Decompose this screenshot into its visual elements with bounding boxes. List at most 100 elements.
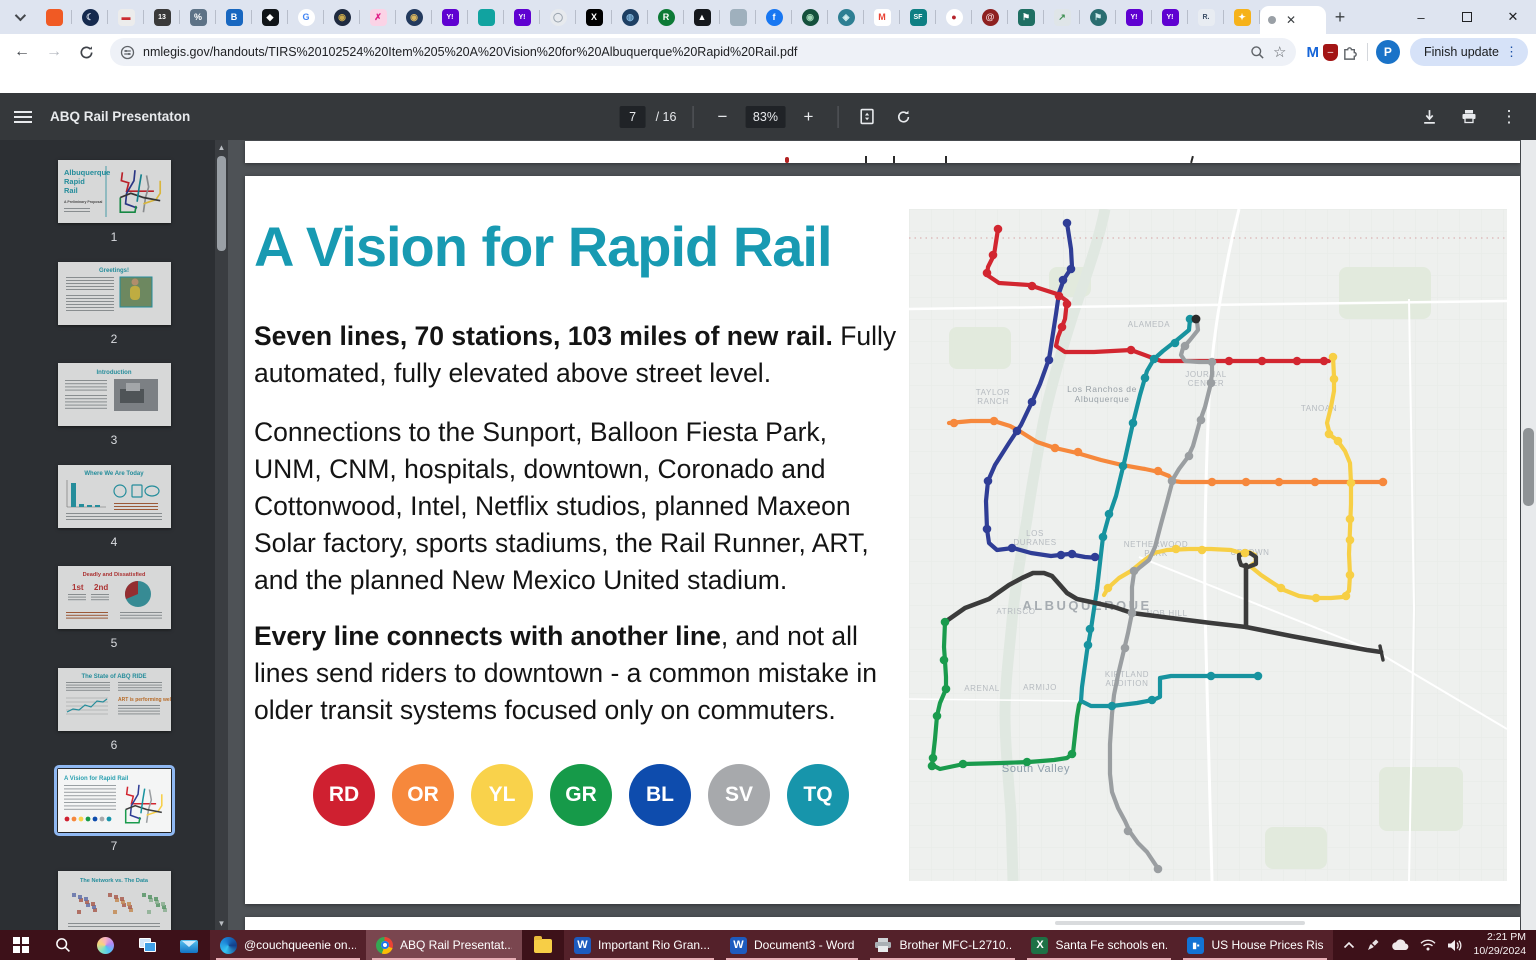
- wifi-icon[interactable]: [1420, 939, 1436, 951]
- volume-icon[interactable]: [1447, 939, 1462, 952]
- pinned-tab[interactable]: Y!: [1152, 0, 1188, 34]
- finish-update-button[interactable]: Finish update ⋮: [1410, 38, 1528, 66]
- taskbar-start-button[interactable]: [0, 930, 42, 960]
- pen-icon[interactable]: [1366, 938, 1380, 952]
- scroll-up-arrow[interactable]: ▲: [215, 140, 228, 154]
- pinned-tab[interactable]: ◉: [396, 0, 432, 34]
- page-thumbnail-2[interactable]: Greetings!2: [54, 262, 174, 346]
- pinned-tab[interactable]: ◉: [324, 0, 360, 34]
- minimize-button[interactable]: –: [1398, 0, 1444, 34]
- close-tab-icon[interactable]: ✕: [1286, 13, 1296, 27]
- taskbar-explorer-button[interactable]: [522, 930, 564, 960]
- taskbar-task-printer[interactable]: Brother MFC-L2710...: [864, 930, 1021, 960]
- pinned-tab[interactable]: SF: [900, 0, 936, 34]
- pinned-tab[interactable]: %: [180, 0, 216, 34]
- pinned-tab[interactable]: Y!: [1116, 0, 1152, 34]
- pinned-tab[interactable]: R.: [1188, 0, 1224, 34]
- sidebar-scroll-thumb[interactable]: [217, 156, 226, 251]
- viewer-scrollbar[interactable]: [1521, 140, 1536, 930]
- tab-search-button[interactable]: [6, 4, 32, 30]
- onedrive-cloud-icon[interactable]: [1391, 939, 1409, 951]
- viewer-scroll-thumb[interactable]: [1523, 428, 1534, 506]
- zoom-in-button[interactable]: +: [795, 104, 821, 130]
- pinned-tab[interactable]: ⚑: [1080, 0, 1116, 34]
- page-thumbnail-4[interactable]: Where We Are Today4: [54, 465, 174, 549]
- pinned-tab[interactable]: ◈: [828, 0, 864, 34]
- pinned-tab[interactable]: ▲: [684, 0, 720, 34]
- pinned-tab[interactable]: ✦: [1224, 0, 1260, 34]
- pinned-tab[interactable]: [720, 0, 756, 34]
- pinned-tab[interactable]: ▬: [108, 0, 144, 34]
- pinned-tab[interactable]: f: [756, 0, 792, 34]
- page-thumbnail-1[interactable]: AlbuquerqueRapidRailA Preliminary Propos…: [54, 160, 174, 244]
- page-thumbnail-6[interactable]: The State of ABQ RIDEART is performing w…: [54, 668, 174, 752]
- pinned-tab[interactable]: ●: [936, 0, 972, 34]
- chrome-menu-icon[interactable]: ⋮: [1505, 44, 1518, 60]
- pinned-tab[interactable]: X: [576, 0, 612, 34]
- pinned-tab[interactable]: ◍: [612, 0, 648, 34]
- pinned-tab[interactable]: 13: [144, 0, 180, 34]
- extensions-puzzle-icon[interactable]: [1342, 44, 1359, 61]
- zoom-icon[interactable]: [1250, 45, 1265, 60]
- page-thumbnail-3[interactable]: Introduction3: [54, 363, 174, 447]
- pdf-more-menu-icon[interactable]: ⋮: [1496, 104, 1522, 130]
- print-button[interactable]: [1456, 104, 1482, 130]
- taskbar-task-news[interactable]: ▮▪US House Prices Rise...: [1177, 930, 1333, 960]
- back-button[interactable]: ←: [8, 38, 36, 66]
- taskbar-mail-button[interactable]: [168, 930, 210, 960]
- fit-page-button[interactable]: [854, 104, 880, 130]
- reload-button[interactable]: [72, 38, 100, 66]
- profile-avatar[interactable]: P: [1376, 40, 1400, 64]
- mcafee-shield-icon[interactable]: –: [1323, 44, 1338, 61]
- bookmark-star-icon[interactable]: ☆: [1273, 43, 1286, 61]
- active-tab[interactable]: ✕: [1260, 6, 1326, 34]
- maximize-button[interactable]: [1444, 0, 1490, 34]
- pinned-tab[interactable]: Y!: [504, 0, 540, 34]
- pinned-tab[interactable]: G: [288, 0, 324, 34]
- taskbar-task-word[interactable]: WImportant Rio Gran...: [564, 930, 720, 960]
- page-thumbnail-5[interactable]: Deadly and Dissatisfied1st2nd5: [54, 566, 174, 650]
- pinned-tab[interactable]: ⚑: [1008, 0, 1044, 34]
- taskbar-clock[interactable]: 2:21 PM10/29/2024: [1473, 931, 1526, 958]
- zoom-out-button[interactable]: −: [709, 104, 735, 130]
- page-thumbnail-8[interactable]: The Network vs. The Data8: [54, 871, 174, 931]
- pinned-tab[interactable]: R: [648, 0, 684, 34]
- pinned-tab[interactable]: ◆: [252, 0, 288, 34]
- tab-favicon: ◉: [406, 9, 423, 26]
- tray-expand-chevron-icon[interactable]: [1343, 941, 1355, 949]
- sidebar-scrollbar[interactable]: ▲ ▼: [215, 140, 228, 930]
- pinned-tab[interactable]: [468, 0, 504, 34]
- url-text[interactable]: nmlegis.gov/handouts/TIRS%20102524%20Ite…: [143, 45, 1242, 59]
- taskbar-taskview-button[interactable]: [126, 930, 168, 960]
- pinned-tab[interactable]: ◉: [792, 0, 828, 34]
- address-bar[interactable]: nmlegis.gov/handouts/TIRS%20102524%20Ite…: [110, 38, 1296, 66]
- close-button[interactable]: ✕: [1490, 0, 1536, 34]
- pinned-tab[interactable]: B: [216, 0, 252, 34]
- new-tab-button[interactable]: +: [1326, 3, 1354, 31]
- rotate-button[interactable]: [890, 104, 916, 130]
- pinned-tab[interactable]: ◯: [540, 0, 576, 34]
- taskbar-task-chrome[interactable]: ABQ Rail Presentat...: [366, 930, 522, 960]
- pinned-tab[interactable]: Y!: [432, 0, 468, 34]
- download-button[interactable]: [1416, 104, 1442, 130]
- pinned-tab[interactable]: M: [864, 0, 900, 34]
- pinned-tab[interactable]: ☾: [72, 0, 108, 34]
- page-thumbnail-7[interactable]: A Vision for Rapid Rail 7: [54, 769, 174, 853]
- zoom-level-input[interactable]: 83%: [745, 106, 785, 128]
- tray-time: 2:21 PM: [1473, 931, 1526, 945]
- site-info-icon[interactable]: [120, 45, 135, 60]
- pdf-menu-icon[interactable]: [14, 111, 32, 123]
- pinned-tab[interactable]: @: [972, 0, 1008, 34]
- taskbar-task-edge[interactable]: @couchqueenie on...: [210, 930, 366, 960]
- malwarebytes-extension-icon[interactable]: M: [1306, 44, 1319, 61]
- scroll-down-arrow[interactable]: ▼: [215, 916, 228, 930]
- taskbar-search-button[interactable]: [42, 930, 84, 960]
- forward-button[interactable]: →: [40, 38, 68, 66]
- taskbar-copilot-button[interactable]: [84, 930, 126, 960]
- page-number-input[interactable]: 7: [620, 106, 646, 128]
- pinned-tab[interactable]: [36, 0, 72, 34]
- pinned-tab[interactable]: ↗: [1044, 0, 1080, 34]
- taskbar-task-excel[interactable]: XSanta Fe schools en...: [1021, 930, 1177, 960]
- taskbar-task-word[interactable]: WDocument3 - Word: [720, 930, 864, 960]
- pinned-tab[interactable]: ✗: [360, 0, 396, 34]
